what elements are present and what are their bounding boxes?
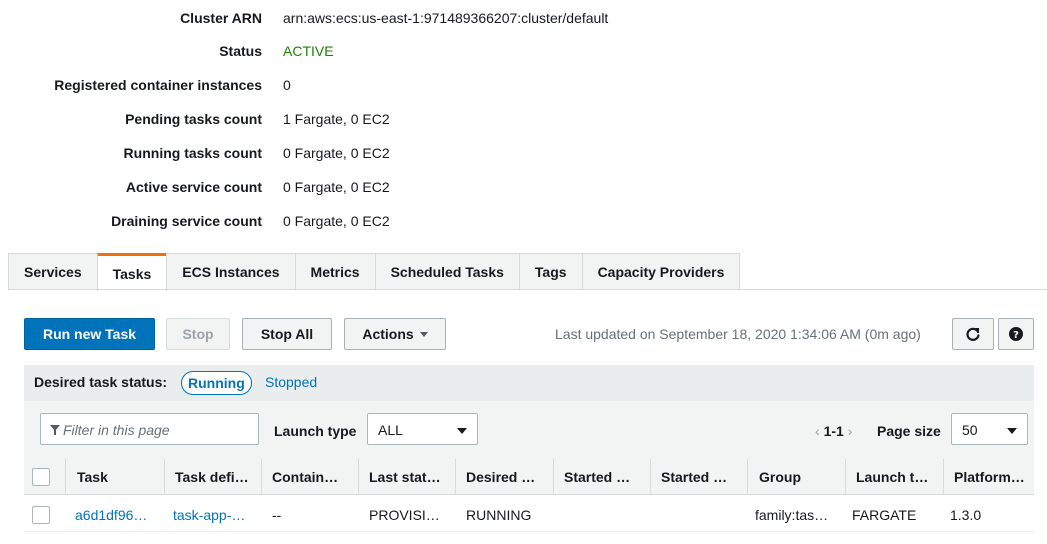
- page-size-label: Page size: [877, 423, 941, 439]
- pagination: ‹ 1-1 ›: [815, 423, 852, 439]
- refresh-icon: [966, 327, 980, 341]
- detail-row-draining-service: Draining service count 0 Fargate, 0 EC2: [0, 211, 1047, 231]
- status-value: ACTIVE: [283, 43, 334, 59]
- column-divider: [261, 459, 262, 495]
- launch-type-select[interactable]: ALL: [367, 413, 478, 445]
- column-divider: [553, 459, 554, 495]
- task-definition-link[interactable]: task-app-…: [173, 507, 245, 523]
- help-icon: ?: [1009, 327, 1023, 341]
- cluster-arn-label: Cluster ARN: [180, 10, 262, 26]
- column-header-desired-status[interactable]: Desired …: [466, 469, 535, 485]
- status-filter-running[interactable]: Running: [181, 371, 252, 395]
- active-service-value: 0 Fargate, 0 EC2: [283, 179, 390, 195]
- page-range: 1-1: [823, 423, 844, 439]
- tab-tags[interactable]: Tags: [518, 253, 583, 290]
- pending-tasks-label: Pending tasks count: [125, 111, 262, 127]
- detail-row-active-service: Active service count 0 Fargate, 0 EC2: [0, 177, 1047, 197]
- task-id-link[interactable]: a6d1df96…: [75, 507, 147, 523]
- column-divider: [455, 459, 456, 495]
- filter-icon: [50, 425, 60, 435]
- column-divider: [358, 459, 359, 495]
- column-header-last-status[interactable]: Last stat…: [369, 469, 441, 485]
- platform-version-cell: 1.3.0: [950, 507, 982, 523]
- column-header-started-at[interactable]: Started …: [564, 469, 630, 485]
- filter-placeholder: Filter in this page: [63, 422, 170, 438]
- detail-row-registered: Registered container instances 0: [0, 75, 1047, 95]
- task-status-filter-bar: [24, 365, 1034, 401]
- help-button[interactable]: ?: [998, 318, 1034, 350]
- running-tasks-value: 0 Fargate, 0 EC2: [283, 145, 390, 161]
- run-new-task-button[interactable]: Run new Task: [24, 318, 155, 350]
- launch-type-cell: FARGATE: [852, 507, 917, 523]
- tab-ecs-instances[interactable]: ECS Instances: [166, 253, 296, 290]
- column-divider: [747, 459, 748, 495]
- tab-services[interactable]: Services: [8, 253, 98, 290]
- tab-metrics[interactable]: Metrics: [294, 253, 376, 290]
- chevron-down-icon: [457, 428, 467, 434]
- launch-type-value: ALL: [378, 422, 403, 438]
- filter-input[interactable]: Filter in this page: [40, 413, 259, 445]
- tab-scheduled-tasks[interactable]: Scheduled Tasks: [374, 253, 520, 290]
- actions-dropdown-button[interactable]: Actions: [344, 318, 446, 350]
- active-service-label: Active service count: [125, 179, 262, 195]
- column-header-group[interactable]: Group: [759, 469, 801, 485]
- column-header-started-by[interactable]: Started …: [661, 469, 727, 485]
- detail-row-status: Status ACTIVE: [0, 41, 1047, 61]
- column-divider: [943, 459, 944, 495]
- tab-capacity-providers[interactable]: Capacity Providers: [581, 253, 741, 290]
- row-checkbox[interactable]: [32, 506, 50, 524]
- column-divider: [845, 459, 846, 495]
- group-cell: family:tas…: [755, 507, 829, 523]
- next-page-icon[interactable]: ›: [848, 423, 853, 439]
- detail-row-pending: Pending tasks count 1 Fargate, 0 EC2: [0, 109, 1047, 129]
- last-updated-text: Last updated on September 18, 2020 1:34:…: [555, 326, 921, 342]
- cluster-arn-value: arn:aws:ecs:us-east-1:971489366207:clust…: [283, 10, 609, 26]
- status-label: Status: [219, 43, 262, 59]
- pending-tasks-value: 1 Fargate, 0 EC2: [283, 111, 390, 127]
- tab-bar: Services Tasks ECS Instances Metrics Sch…: [8, 253, 741, 291]
- column-header-platform-version[interactable]: Platform…: [954, 469, 1025, 485]
- column-divider: [65, 459, 66, 495]
- launch-type-label: Launch type: [274, 423, 357, 439]
- column-divider: [164, 459, 165, 495]
- column-header-task[interactable]: Task: [77, 469, 108, 485]
- detail-row-cluster-arn: Cluster ARN arn:aws:ecs:us-east-1:971489…: [0, 8, 1047, 28]
- actions-label: Actions: [362, 326, 414, 342]
- tab-divider: [8, 289, 1047, 290]
- page-size-select[interactable]: 50: [951, 413, 1028, 445]
- draining-service-label: Draining service count: [111, 213, 262, 229]
- running-tasks-label: Running tasks count: [123, 145, 262, 161]
- stop-all-button[interactable]: Stop All: [242, 318, 332, 350]
- tab-tasks[interactable]: Tasks: [96, 253, 168, 291]
- desired-task-status-label: Desired task status:: [34, 374, 168, 390]
- draining-service-value: 0 Fargate, 0 EC2: [283, 213, 390, 229]
- column-divider: [650, 459, 651, 495]
- stop-button[interactable]: Stop: [166, 318, 230, 350]
- container-instance-cell: --: [272, 507, 282, 523]
- desired-status-cell: RUNNING: [466, 507, 532, 523]
- column-header-launch-type[interactable]: Launch t…: [856, 469, 928, 485]
- registered-instances-label: Registered container instances: [54, 77, 262, 93]
- refresh-button[interactable]: [952, 318, 994, 350]
- chevron-down-icon: [1007, 428, 1017, 434]
- select-all-checkbox[interactable]: [32, 468, 50, 486]
- previous-page-icon[interactable]: ‹: [815, 423, 820, 439]
- page-size-value: 50: [962, 422, 978, 438]
- chevron-down-icon: [419, 331, 428, 337]
- column-header-task-definition[interactable]: Task defi…: [175, 469, 249, 485]
- detail-row-running: Running tasks count 0 Fargate, 0 EC2: [0, 143, 1047, 163]
- svg-text:?: ?: [1013, 330, 1019, 341]
- column-header-container-instance[interactable]: Contain…: [272, 469, 338, 485]
- registered-instances-value: 0: [283, 77, 291, 93]
- last-status-cell: PROVISI…: [369, 507, 440, 523]
- status-filter-stopped[interactable]: Stopped: [265, 374, 317, 390]
